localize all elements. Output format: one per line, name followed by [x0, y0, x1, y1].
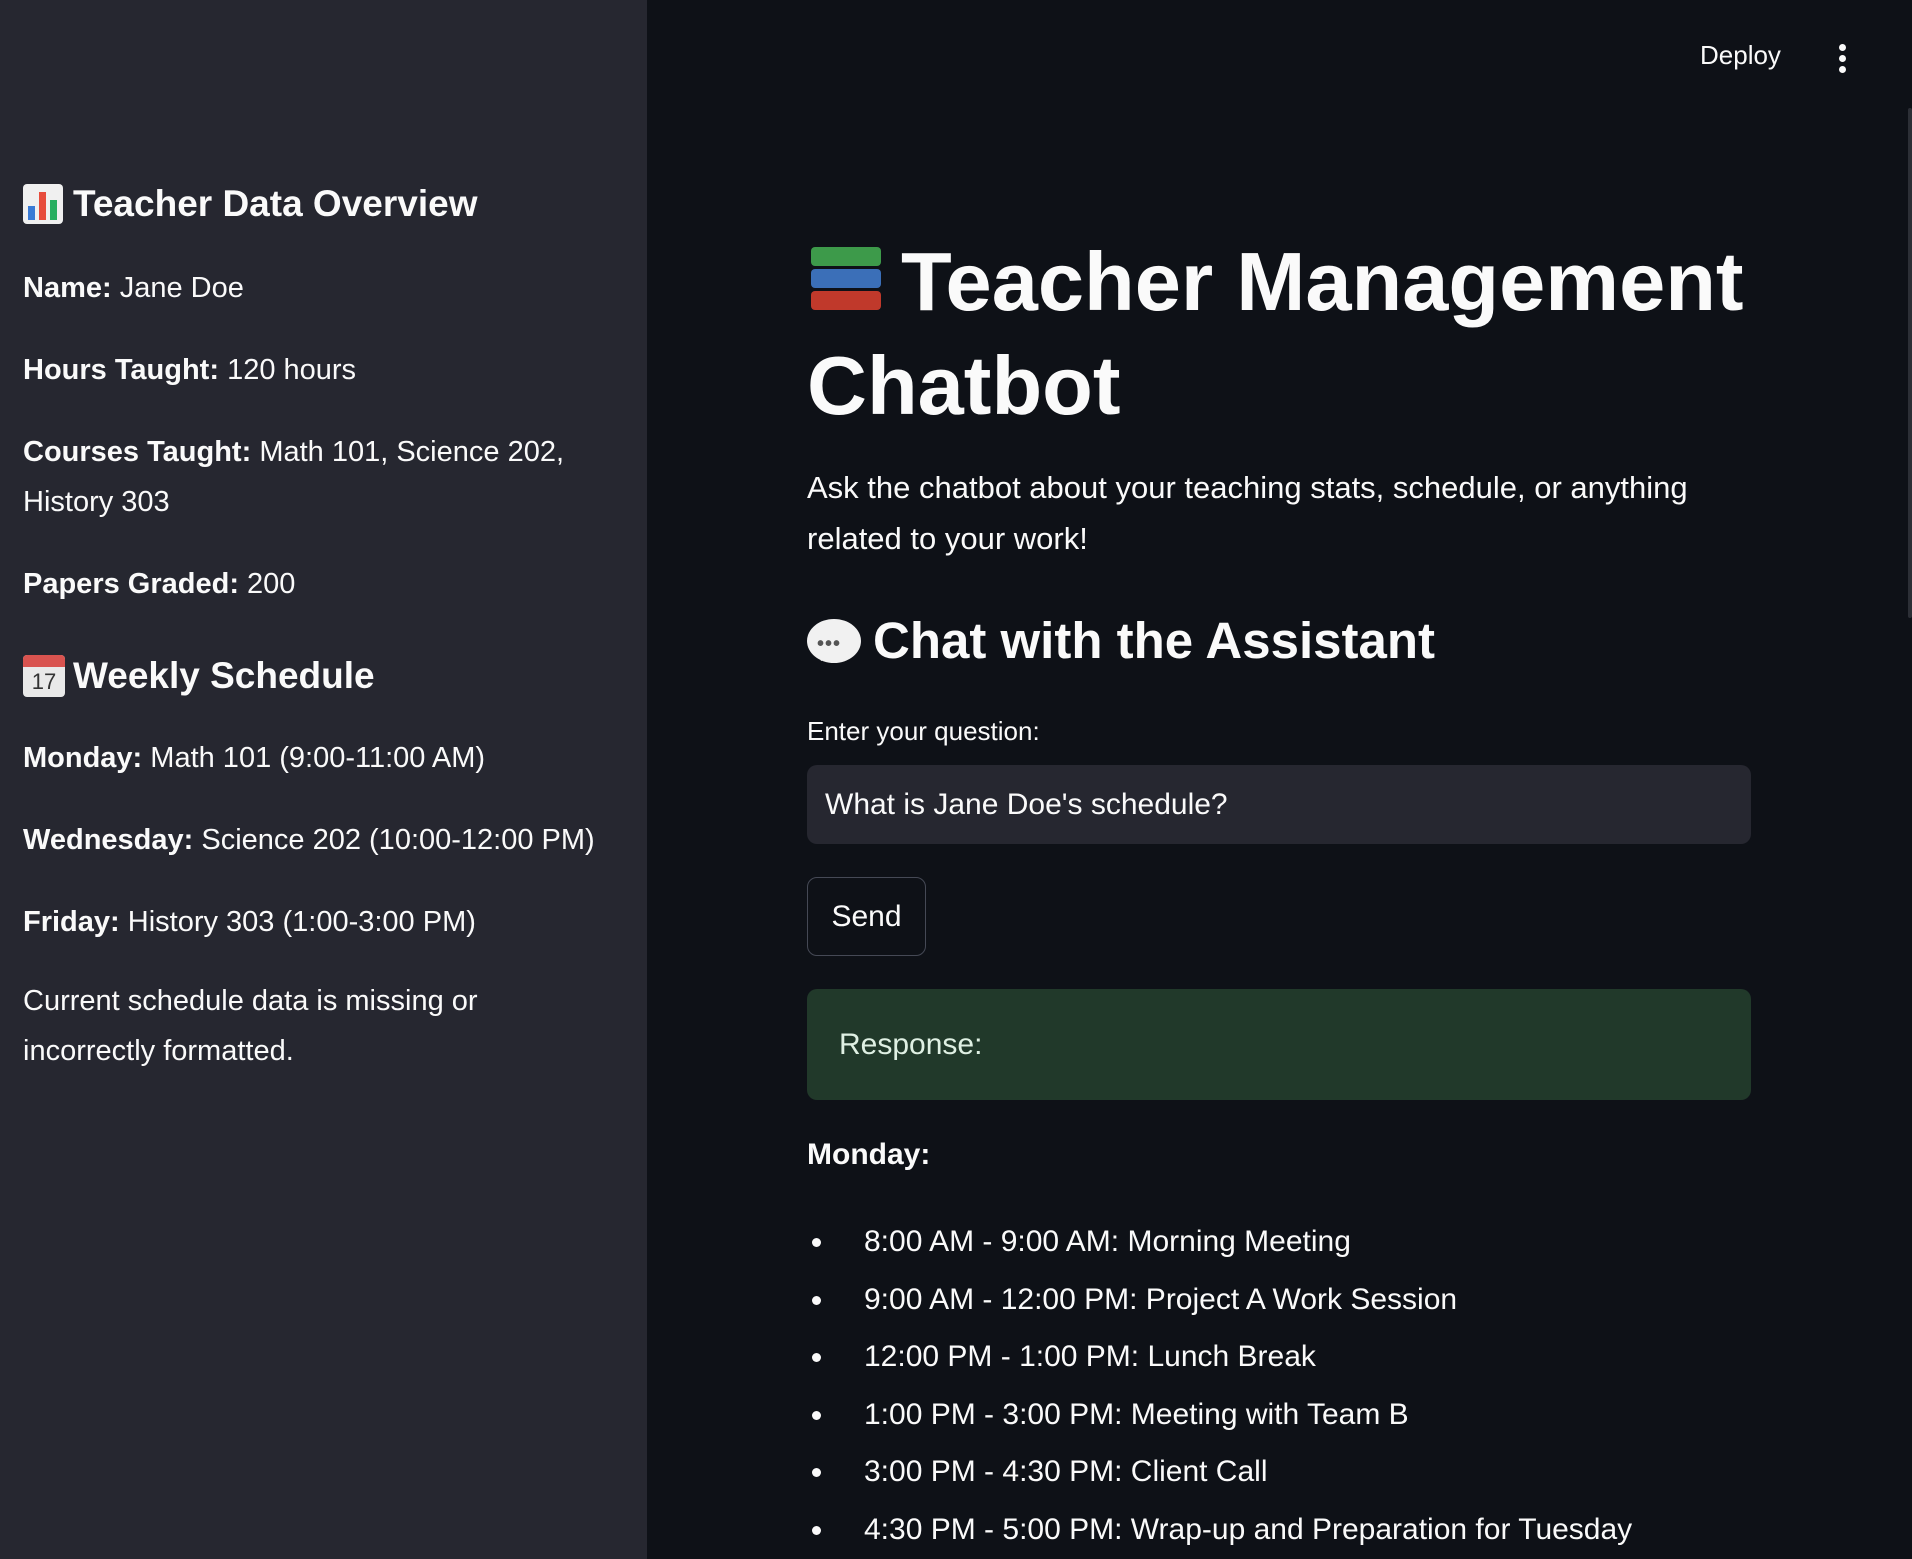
schedule-wednesday-row: Wednesday: Science 202 (10:00-12:00 PM)	[23, 824, 595, 856]
page-title: Teacher Management Chatbot	[807, 235, 1744, 432]
response-day-label: Monday:	[807, 1138, 931, 1171]
question-input[interactable]	[807, 765, 1751, 844]
chat-heading: ••• Chat with the Assistant	[807, 611, 1435, 670]
weekly-schedule-heading: 17 Weekly Schedule	[23, 655, 375, 697]
deploy-button[interactable]: Deploy	[1700, 40, 1781, 71]
hours-taught-row: Hours Taught: 120 hours	[23, 354, 357, 386]
calendar-icon: 17	[23, 655, 65, 697]
overview-heading: Teacher Data Overview	[23, 183, 477, 225]
list-item: 1:00 PM - 3:00 PM: Meeting with Team B	[807, 1386, 1632, 1444]
list-item: 4:30 PM - 5:00 PM: Wrap-up and Preparati…	[807, 1501, 1632, 1559]
scrollbar[interactable]	[1908, 108, 1912, 618]
bar-chart-icon	[23, 184, 63, 224]
response-schedule-list: 8:00 AM - 9:00 AM: Morning Meeting 9:00 …	[807, 1213, 1632, 1559]
papers-graded-row: Papers Graded: 200	[23, 568, 296, 600]
intro-text: Ask the chatbot about your teaching stat…	[807, 470, 1688, 556]
list-item: 3:00 PM - 4:30 PM: Client Call	[807, 1443, 1632, 1501]
schedule-monday-row: Monday: Math 101 (9:00-11:00 AM)	[23, 742, 486, 774]
sidebar: Teacher Data Overview Name: Jane Doe Hou…	[0, 0, 647, 1559]
question-input-label: Enter your question:	[807, 716, 1040, 746]
kebab-menu-icon[interactable]	[1836, 44, 1848, 78]
books-icon	[807, 245, 885, 319]
teacher-name-row: Name: Jane Doe	[23, 272, 244, 304]
schedule-friday-row: Friday: History 303 (1:00-3:00 PM)	[23, 906, 476, 938]
list-item: 9:00 AM - 12:00 PM: Project A Work Sessi…	[807, 1271, 1632, 1329]
send-button[interactable]: Send	[807, 877, 926, 956]
list-item: 12:00 PM - 1:00 PM: Lunch Break	[807, 1328, 1632, 1386]
schedule-warning-text: Current schedule data is missing or inco…	[23, 985, 478, 1067]
speech-bubble-icon: •••	[807, 618, 861, 663]
courses-taught-row: Courses Taught: Math 101, Science 202, H…	[23, 436, 565, 518]
response-box: Response:	[807, 989, 1751, 1100]
response-label: Response:	[839, 1027, 983, 1061]
list-item: 8:00 AM - 9:00 AM: Morning Meeting	[807, 1213, 1632, 1271]
